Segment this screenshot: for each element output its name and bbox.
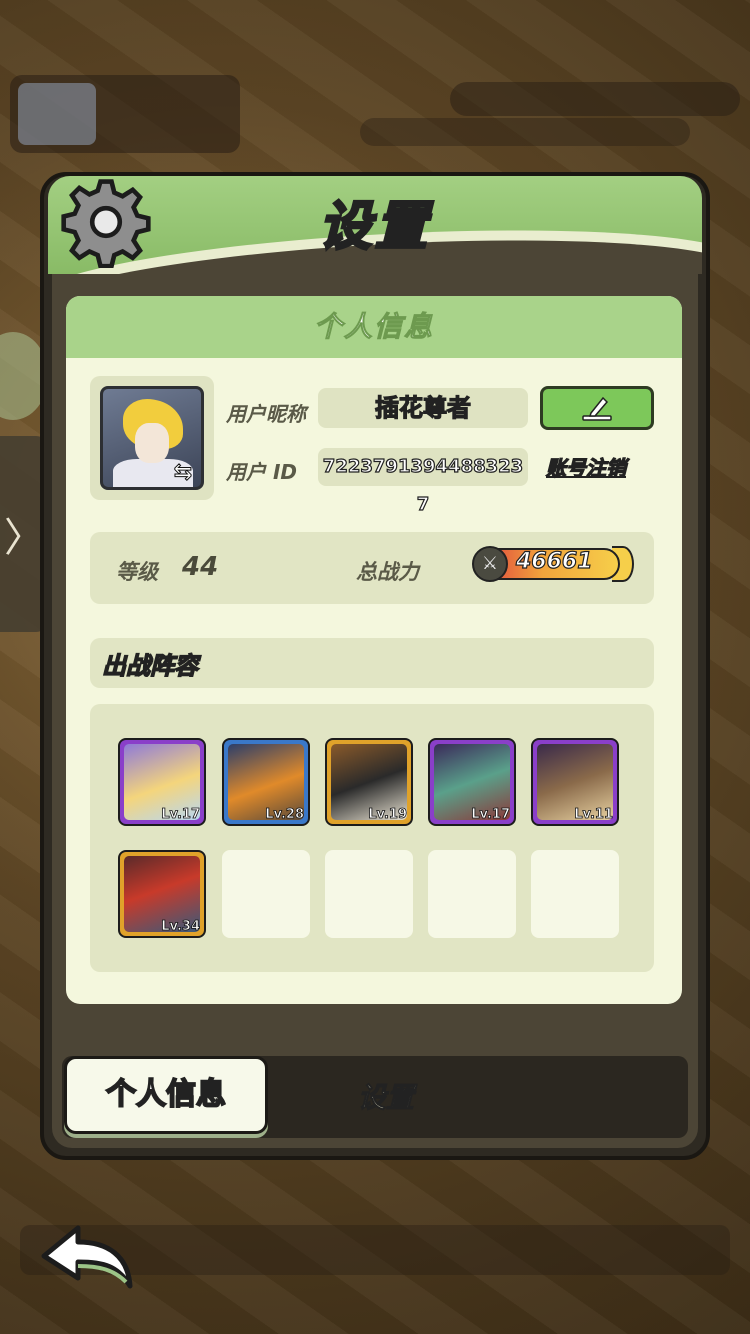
background-resource-bar xyxy=(450,82,740,116)
level-label: 等级 xyxy=(116,560,158,584)
empty-hero-slot[interactable] xyxy=(531,850,619,938)
power-value: 46661 xyxy=(515,548,593,574)
hero-slot[interactable]: Lv.11 xyxy=(531,738,619,826)
background-buff-bar xyxy=(360,118,690,146)
nickname-field: 插花尊者 xyxy=(318,388,528,428)
tab-profile[interactable]: 个人信息 xyxy=(64,1056,268,1134)
edit-nickname-button[interactable] xyxy=(540,386,654,430)
hero-slot[interactable]: Lv.17 xyxy=(428,738,516,826)
back-arrow-icon[interactable] xyxy=(38,1220,134,1292)
hero-slot[interactable]: Lv.19 xyxy=(325,738,413,826)
nickname-label: 用户昵称 xyxy=(226,402,306,426)
pencil-icon xyxy=(582,396,612,421)
level-value: 44 xyxy=(182,552,219,582)
user-id-label: 用户 ID xyxy=(226,460,298,484)
hero-level: Lv.28 xyxy=(265,807,305,823)
hero-slot[interactable]: Lv.17 xyxy=(118,738,206,826)
avatar-frame[interactable]: ⇆ xyxy=(90,376,214,500)
team-title: 出战阵容 xyxy=(101,651,198,680)
hero-slot[interactable]: Lv.34 xyxy=(118,850,206,938)
tab-settings[interactable]: 设置 xyxy=(326,1076,446,1116)
hero-level: Lv.11 xyxy=(574,807,614,823)
hero-level: Lv.34 xyxy=(161,919,201,935)
crossed-swords-icon: ⚔ xyxy=(472,546,508,582)
empty-hero-slot[interactable] xyxy=(428,850,516,938)
power-badge: ⚔ 46661 xyxy=(472,546,634,584)
swap-avatar-icon[interactable]: ⇆ xyxy=(168,460,198,486)
background-player-bar xyxy=(10,75,240,153)
chevron-right-icon: 〉 xyxy=(4,515,44,561)
page-title: 设置 xyxy=(317,196,431,259)
hero-slot[interactable]: Lv.28 xyxy=(222,738,310,826)
empty-hero-slot[interactable] xyxy=(222,850,310,938)
profile-card: 个人信息 ⇆ 用户昵称 插花尊者 用户 ID 7223791394488323​… xyxy=(66,296,682,1004)
user-id-field: 7223791394488323​7 xyxy=(318,448,528,516)
hero-level: Lv.17 xyxy=(161,807,201,823)
power-label: 总战力 xyxy=(356,560,419,584)
delete-account-link[interactable]: 账号注销 xyxy=(545,452,646,482)
hero-level: Lv.19 xyxy=(368,807,408,823)
profile-card-title: 个人信息 xyxy=(66,296,682,358)
hero-level: Lv.17 xyxy=(471,807,511,823)
empty-hero-slot[interactable] xyxy=(325,850,413,938)
